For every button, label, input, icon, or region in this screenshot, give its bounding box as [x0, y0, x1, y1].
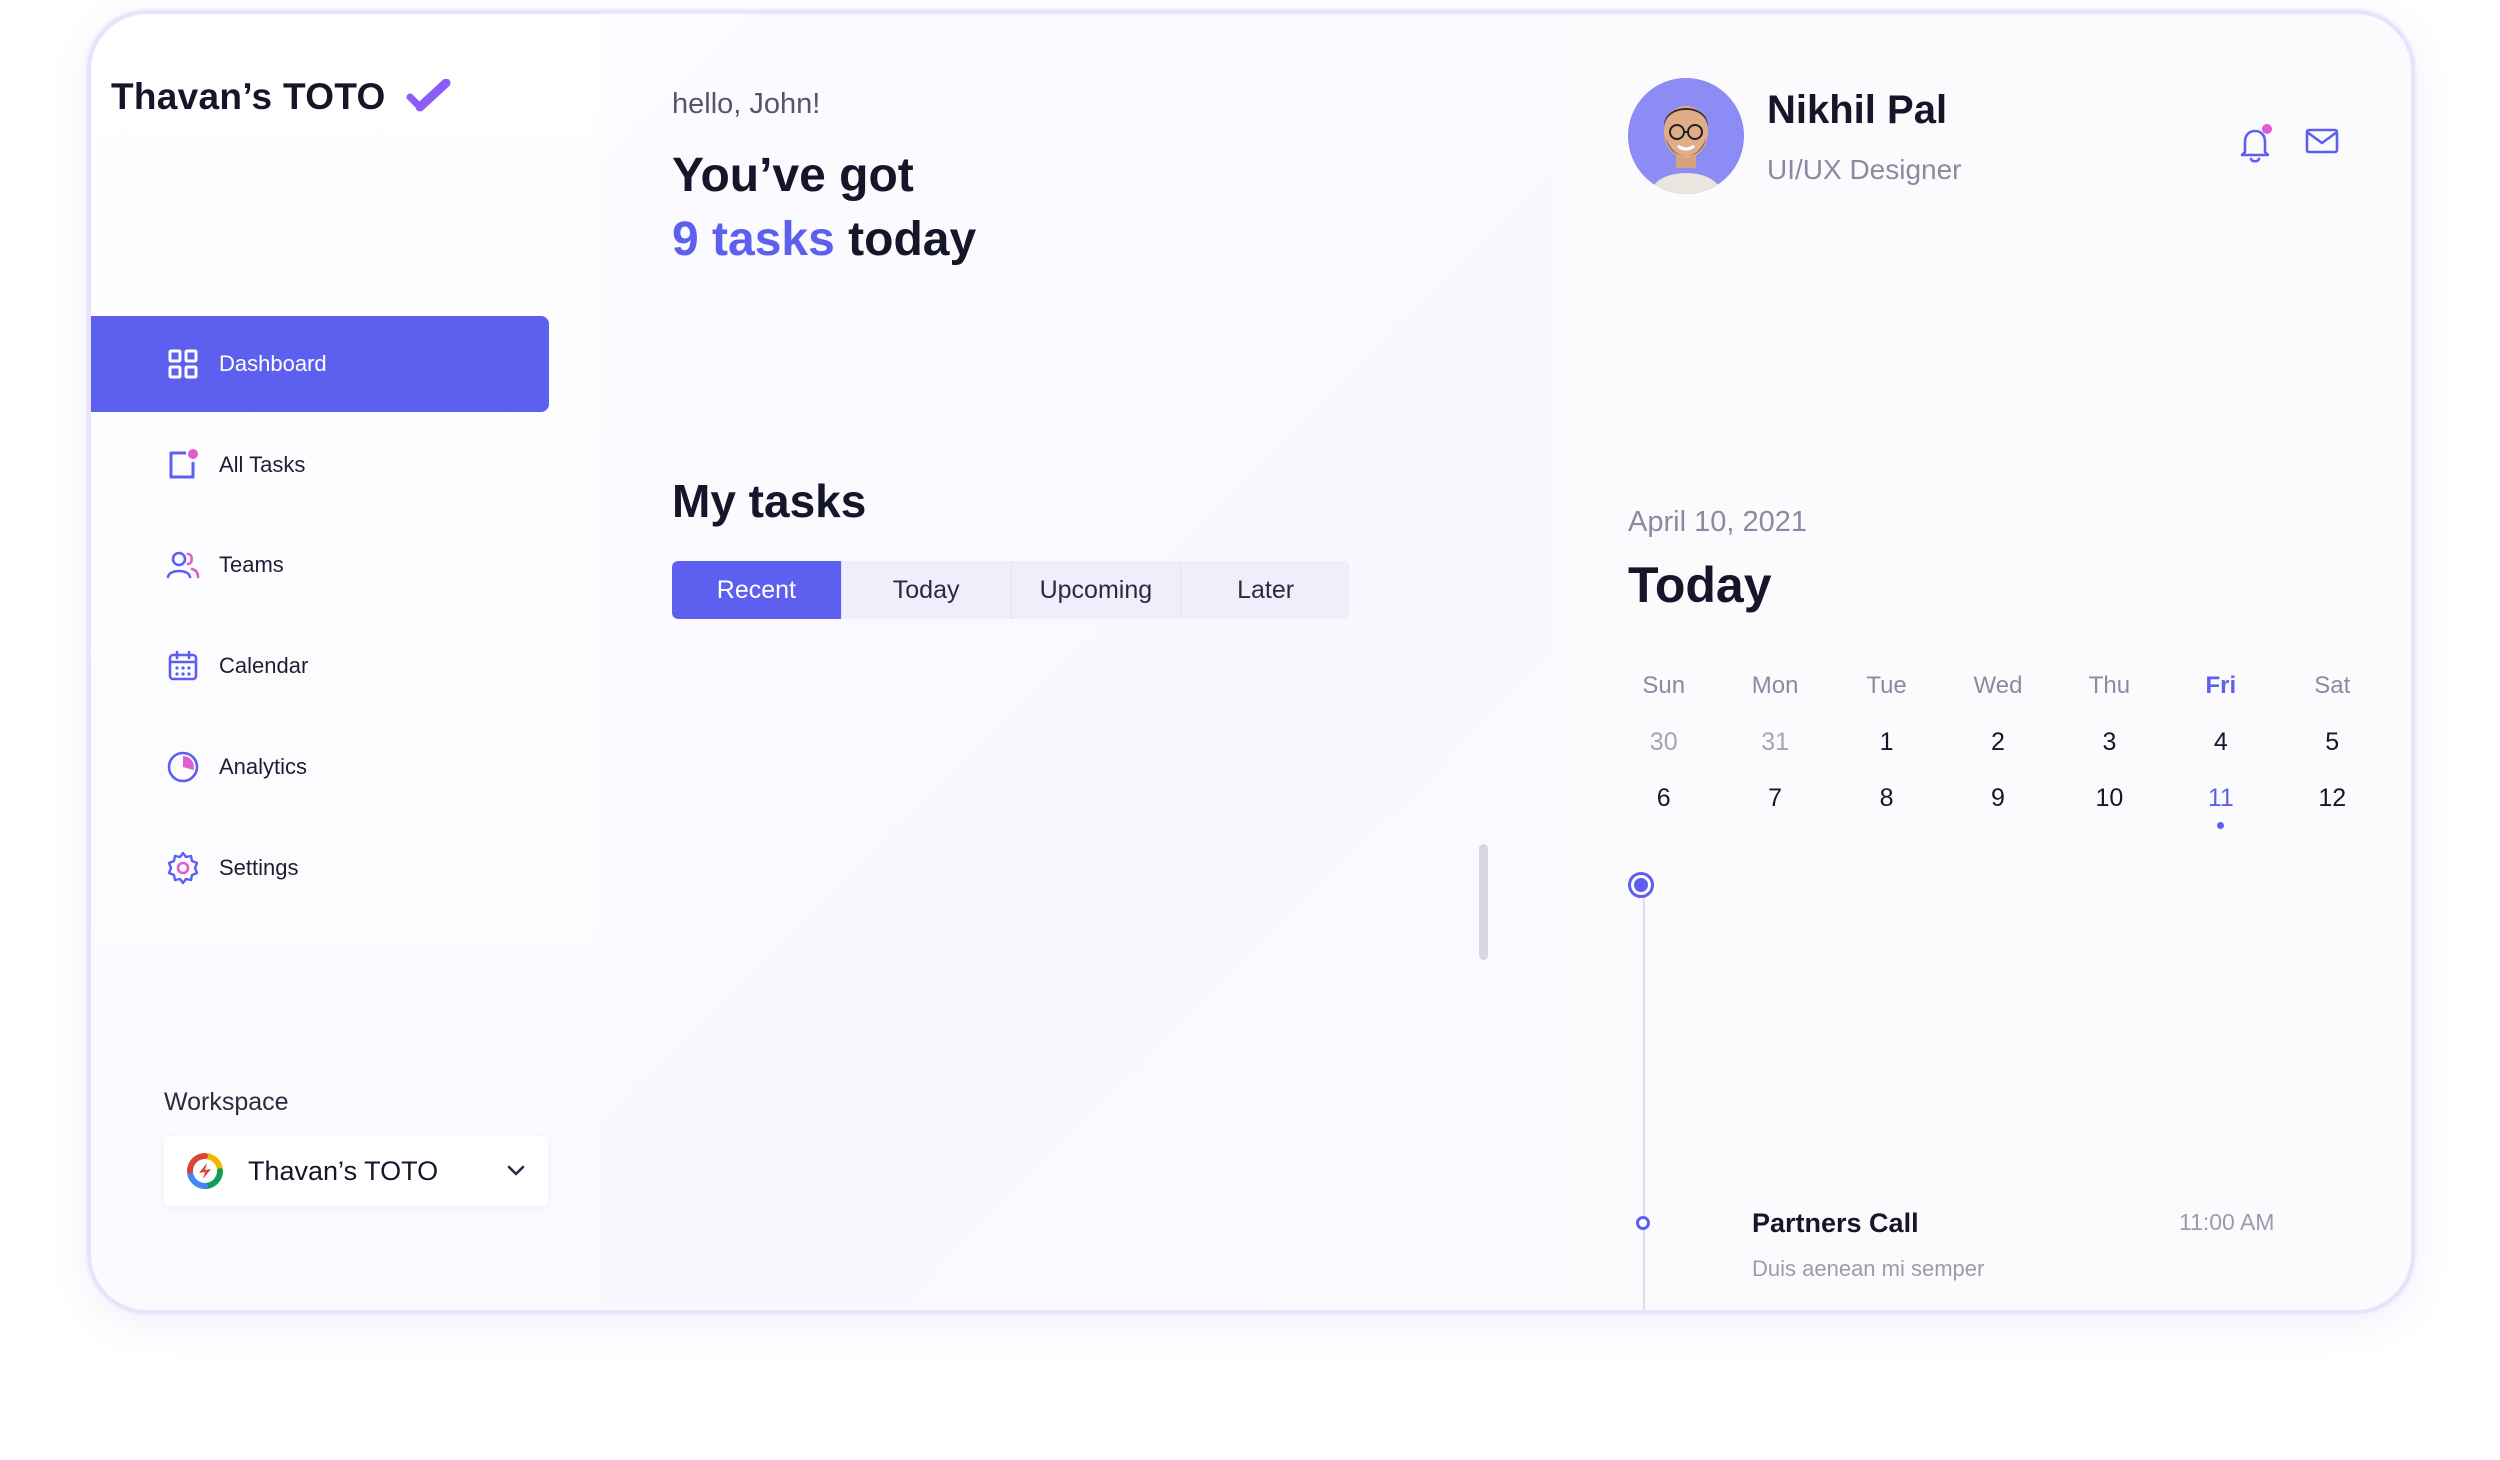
weekday-label: Sat	[2314, 672, 2351, 699]
headline-rest: today	[848, 213, 977, 266]
tab-later[interactable]: Later	[1181, 561, 1350, 619]
headline-line2: 9 tasks today	[672, 208, 976, 272]
selected-day-dot	[2217, 821, 2225, 829]
calendar-day[interactable]: 7	[1719, 784, 1830, 813]
calendar-day[interactable]: 3	[2054, 728, 2165, 757]
task-headline: You’ve got 9 tasks today	[672, 144, 976, 272]
tab-upcoming[interactable]: Upcoming	[1012, 561, 1182, 619]
calendar-day[interactable]: 31	[1719, 728, 1830, 757]
calendar-day[interactable]: 4	[2165, 728, 2276, 757]
profile-role: UI/UX Designer	[1767, 154, 1962, 185]
sidebar-item-label: Calendar	[219, 653, 309, 678]
tasks-icon	[165, 447, 201, 483]
weekday-label: Wed	[1973, 672, 2023, 699]
calendar-week: 6 7 8 9 10 11 12	[1608, 770, 2388, 829]
gear-icon	[165, 850, 201, 886]
schedule-title: Today	[1628, 557, 1772, 613]
greeting: hello, John!	[672, 88, 821, 120]
timeline-line	[1643, 894, 1645, 1310]
right-panel: Nikhil Pal UI/UX Designer April 10, 2021…	[1559, 14, 2411, 1310]
timeline-event-node	[1636, 1216, 1650, 1230]
sidebar-item-label: Dashboard	[219, 351, 327, 376]
workspace-select[interactable]: Thavan’s TOTO	[164, 1136, 548, 1206]
calendar-day[interactable]: 2	[1942, 728, 2053, 757]
weekday-label-current: Fri	[2205, 672, 2237, 699]
task-tabs: Recent Today Upcoming Later	[672, 561, 1350, 619]
sidebar-item-label: Analytics	[219, 754, 308, 779]
current-date: April 10, 2021	[1628, 506, 1807, 538]
brand-check-icon	[406, 79, 451, 112]
event-time: 11:00 AM	[2179, 1209, 2275, 1235]
sidebar-item-label: Settings	[219, 855, 299, 880]
calendar-day[interactable]: 9	[1942, 784, 2053, 813]
brand-name: Thavan’s TOTO	[111, 76, 386, 117]
brand[interactable]: Thavan’s TOTO	[111, 76, 452, 118]
event-title[interactable]: Partners Call	[1752, 1208, 1919, 1239]
sidebar-item-all-tasks[interactable]: All Tasks	[91, 417, 549, 513]
users-icon	[165, 547, 201, 583]
calendar-day[interactable]: 5	[2277, 728, 2388, 757]
calendar-day-number: 11	[2207, 783, 2234, 812]
sidebar-item-analytics[interactable]: Analytics	[91, 719, 549, 815]
timeline-current-node	[1628, 872, 1654, 898]
calendar-week: 30 31 1 2 3 4 5	[1608, 714, 2388, 770]
profile-name: Nikhil Pal	[1767, 88, 1948, 132]
headline-line1: You’ve got	[672, 149, 914, 202]
section-title: My tasks	[672, 475, 867, 527]
calendar-day[interactable]: 8	[1831, 784, 1942, 813]
calendar-day[interactable]: 1	[1831, 728, 1942, 757]
sidebar-item-dashboard[interactable]: Dashboard	[91, 316, 549, 412]
week-calendar: Sun Mon Tue Wed Thu Fri Sat 30 31 1 2 3 …	[1608, 658, 2388, 829]
sidebar-item-label: All Tasks	[219, 452, 306, 477]
calendar-day[interactable]: 10	[2054, 784, 2165, 813]
workspace-logo-icon	[187, 1153, 223, 1189]
bell-icon[interactable]	[2237, 124, 2273, 169]
calendar-day[interactable]: 30	[1608, 728, 1719, 757]
tab-today[interactable]: Today	[842, 561, 1012, 619]
scrollbar[interactable]	[1479, 844, 1488, 960]
tab-recent[interactable]: Recent	[672, 561, 842, 619]
weekday-label: Mon	[1751, 672, 1799, 699]
dashboard-grid-icon	[165, 346, 201, 382]
event-subtitle: Duis aenean mi semper	[1752, 1256, 1985, 1281]
task-count: 9 tasks	[672, 213, 835, 266]
mail-icon[interactable]	[2304, 126, 2340, 161]
sidebar-item-settings[interactable]: Settings	[91, 820, 549, 916]
sidebar-item-teams[interactable]: Teams	[91, 517, 549, 613]
main-content: hello, John! You’ve got 9 tasks today My…	[599, 14, 1559, 1310]
calendar-day-selected[interactable]: 11	[2165, 783, 2276, 829]
workspace-value: Thavan’s TOTO	[248, 1155, 439, 1186]
sidebar: Thavan’s TOTO Dashboard All Tasks Teams …	[91, 14, 600, 1310]
weekday-label: Sun	[1642, 672, 1686, 699]
sidebar-item-label: Teams	[219, 552, 284, 577]
sidebar-item-calendar[interactable]: Calendar	[91, 618, 549, 714]
avatar[interactable]	[1628, 78, 1744, 194]
weekday-label: Tue	[1866, 672, 1907, 699]
chevron-down-icon	[507, 1165, 525, 1176]
pie-chart-icon	[165, 749, 201, 785]
weekday-header: Sun Mon Tue Wed Thu Fri Sat	[1608, 658, 2388, 714]
calendar-day[interactable]: 12	[2277, 784, 2388, 813]
weekday-label: Thu	[2088, 672, 2131, 699]
app-window: Thavan’s TOTO Dashboard All Tasks Teams …	[87, 10, 2415, 1314]
calendar-icon	[165, 648, 201, 684]
calendar-day[interactable]: 6	[1608, 784, 1719, 813]
workspace-label: Workspace	[164, 1088, 289, 1116]
